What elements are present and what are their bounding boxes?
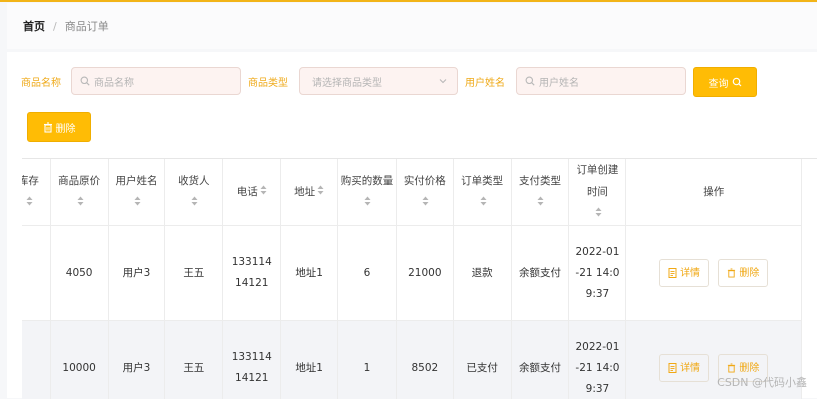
detail-button-label: 详情 [680, 263, 700, 284]
cell-stock [22, 226, 50, 321]
sort-icon[interactable] [595, 203, 602, 225]
cell-pay-type: 余额支付 [511, 321, 569, 399]
query-button-label: 查询 [709, 75, 729, 90]
trash-icon [43, 122, 53, 133]
orders-table: 库存 商品原价 用户姓名 收货人 电话 地址 购买的数量 实付价格 订单类型 支… [22, 158, 817, 399]
column-header-actions: 操作 [626, 159, 802, 226]
top-accent-line [0, 0, 817, 2]
sort-icon[interactable] [134, 192, 141, 214]
sort-icon[interactable] [77, 192, 84, 214]
search-icon [80, 76, 90, 86]
column-header-pay-type[interactable]: 支付类型 [511, 159, 569, 226]
column-header-stock[interactable]: 库存 [22, 159, 50, 226]
breadcrumb-separator: / [53, 20, 57, 33]
cell-quantity: 6 [338, 226, 397, 321]
column-header-receiver[interactable]: 收货人 [165, 159, 223, 226]
cell-quantity: 1 [338, 321, 397, 399]
table-row[interactable]: 4050 用户3 王五 13311414121 地址1 6 21000 退款 余… [22, 226, 802, 321]
column-header-user[interactable]: 用户姓名 [108, 159, 165, 226]
sort-icon[interactable] [191, 192, 198, 214]
sort-icon[interactable] [260, 181, 267, 203]
column-header-phone[interactable]: 电话 [223, 159, 281, 226]
sort-icon[interactable] [537, 192, 544, 214]
user-name-input[interactable]: 用户姓名 [516, 67, 686, 95]
breadcrumb: 首页 / 商品订单 [7, 3, 817, 49]
column-header-price[interactable]: 商品原价 [50, 159, 108, 226]
cell-price: 4050 [50, 226, 108, 321]
cell-phone: 13311414121 [223, 226, 281, 321]
cell-order-type: 已支付 [453, 321, 511, 399]
breadcrumb-current: 商品订单 [65, 18, 109, 34]
user-name-label: 用户姓名 [465, 74, 505, 89]
product-name-input[interactable]: 商品名称 [71, 67, 241, 95]
detail-button-label: 详情 [680, 358, 700, 379]
user-name-placeholder: 用户姓名 [539, 74, 579, 89]
table-header-row: 库存 商品原价 用户姓名 收货人 电话 地址 购买的数量 实付价格 订单类型 支… [22, 159, 802, 226]
column-header-paid[interactable]: 实付价格 [396, 159, 453, 226]
cell-address: 地址1 [281, 321, 338, 399]
product-name-label: 商品名称 [21, 74, 61, 89]
cell-actions: 详情 删除 [626, 226, 802, 321]
sort-icon[interactable] [317, 181, 324, 203]
main-panel: 商品名称 商品名称 商品类型 请选择商品类型 用户姓名 用户姓名 查询 删除 [7, 52, 817, 398]
trash-icon [727, 268, 736, 278]
delete-button[interactable]: 删除 [718, 259, 768, 287]
trash-icon [727, 363, 736, 373]
batch-delete-label: 删除 [56, 120, 76, 135]
column-header-order-type[interactable]: 订单类型 [453, 159, 511, 226]
search-icon [732, 77, 742, 87]
cell-paid: 21000 [396, 226, 453, 321]
product-name-placeholder: 商品名称 [94, 74, 134, 89]
cell-address: 地址1 [281, 226, 338, 321]
delete-button-label: 删除 [739, 263, 759, 284]
column-header-quantity[interactable]: 购买的数量 [338, 159, 397, 226]
sort-icon[interactable] [364, 192, 371, 214]
cell-phone: 13311414121 [223, 321, 281, 399]
cell-order-type: 退款 [453, 226, 511, 321]
detail-button[interactable]: 详情 [659, 354, 709, 382]
column-header-created[interactable]: 订单创建时间 [569, 159, 626, 226]
cell-paid: 8502 [396, 321, 453, 399]
cell-price: 10000 [50, 321, 108, 399]
cell-receiver: 王五 [165, 321, 223, 399]
breadcrumb-home[interactable]: 首页 [23, 18, 45, 34]
cell-created: 2022-01-21 14:09:37 [569, 226, 626, 321]
batch-delete-button[interactable]: 删除 [27, 112, 91, 142]
cell-stock [22, 321, 50, 399]
product-type-select[interactable]: 请选择商品类型 [299, 67, 458, 95]
detail-button[interactable]: 详情 [659, 259, 709, 287]
sort-icon[interactable] [422, 192, 429, 214]
document-icon [668, 363, 677, 373]
product-type-label: 商品类型 [248, 74, 288, 89]
product-type-placeholder: 请选择商品类型 [312, 74, 382, 89]
cell-user: 用户3 [108, 226, 165, 321]
sort-icon[interactable] [26, 192, 33, 214]
cell-pay-type: 余额支付 [511, 226, 569, 321]
watermark: CSDN @代码小鑫 [717, 374, 807, 390]
cell-receiver: 王五 [165, 226, 223, 321]
query-button[interactable]: 查询 [693, 67, 757, 97]
column-header-address[interactable]: 地址 [281, 159, 338, 226]
cell-created: 2022-01-21 14:09:37 [569, 321, 626, 399]
cell-user: 用户3 [108, 321, 165, 399]
search-icon [525, 76, 535, 86]
table-row[interactable]: 10000 用户3 王五 13311414121 地址1 1 8502 已支付 … [22, 321, 802, 399]
sort-icon[interactable] [480, 192, 487, 214]
document-icon [668, 268, 677, 278]
chevron-down-icon [437, 75, 449, 87]
